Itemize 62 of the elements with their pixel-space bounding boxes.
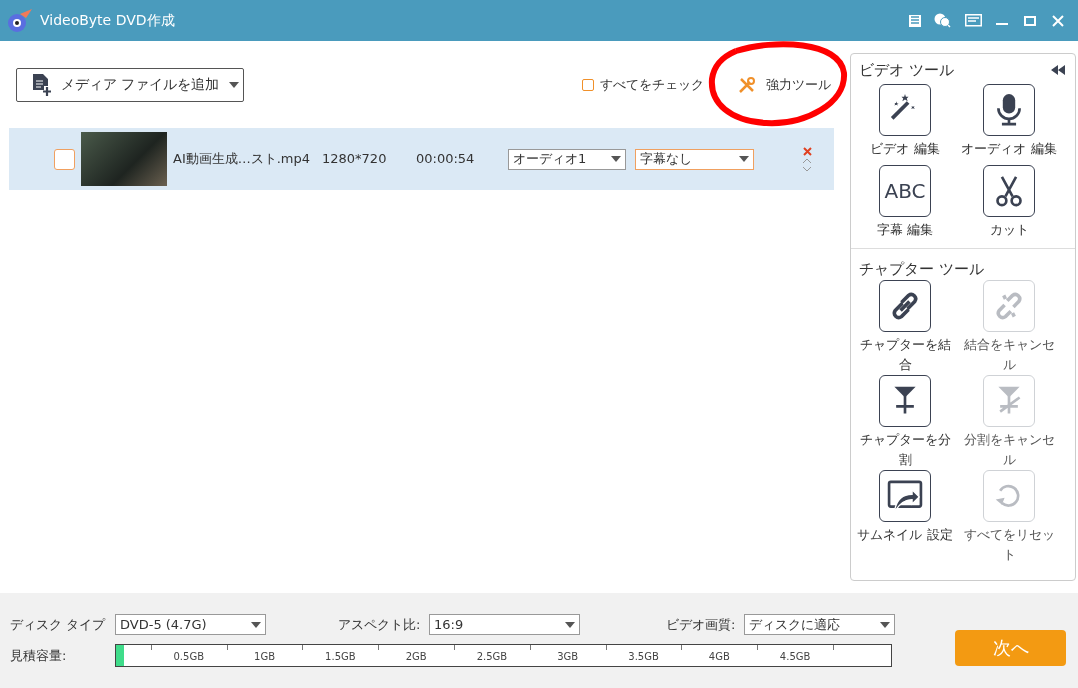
chain-link-icon[interactable] (879, 280, 931, 332)
duration: 00:00:54 (416, 150, 476, 169)
file-name: AI動画生成…スト.mp4 (173, 150, 312, 169)
caret-icon (229, 81, 240, 88)
aspect-ratio-dropdown[interactable]: 16:9 (429, 614, 580, 635)
tool-label: 結合をキャンセル (962, 336, 1056, 374)
scale-label: 3GB (557, 650, 579, 664)
add-media-button[interactable]: メディア ファイルを追加 (16, 67, 244, 102)
add-file-icon (33, 73, 51, 96)
close-icon[interactable] (1052, 14, 1064, 27)
abc-text-icon[interactable]: ABC (879, 164, 931, 217)
scale-label: 2.5GB (476, 650, 508, 664)
resolution: 1280*720 (322, 150, 388, 169)
panel-heading: チャプター ツール (858, 258, 985, 280)
scale-label: 0.5GB (173, 650, 204, 664)
caret-icon (611, 156, 621, 162)
scale-label: 3.5GB (628, 650, 659, 664)
tool-label: チャプターを分割 (858, 431, 952, 469)
save-icon[interactable] (908, 13, 922, 28)
reorder-arrows-icon[interactable] (802, 157, 812, 172)
scale-label: 4GB (708, 650, 730, 664)
aspect-ratio-label: アスペクト比: (338, 615, 422, 634)
menu-icon[interactable] (965, 13, 982, 28)
check-all-checkbox[interactable]: すべてをチェック (582, 74, 704, 95)
row-checkbox[interactable] (54, 148, 75, 170)
scale-label: 1.5GB (325, 650, 356, 664)
tool-label: サムネイル 設定 (856, 526, 954, 544)
microphone-icon[interactable] (983, 83, 1035, 136)
window-title: VideoByte DVD作成 (40, 11, 175, 30)
disc-type-dropdown[interactable]: DVD-5 (4.7G) (115, 614, 266, 635)
chat-icon[interactable] (934, 13, 951, 28)
tool-label: チャプターを結合 (858, 336, 952, 374)
tool-label: カット (988, 220, 1030, 239)
scissors-icon[interactable] (983, 164, 1035, 217)
tool-label: すべてをリセット (962, 526, 1056, 564)
tool-label: ビデオ 編集 (869, 139, 941, 158)
tools-icon (738, 75, 756, 94)
magic-wand-icon[interactable] (879, 83, 931, 136)
capacity-label: 見積容量: (10, 646, 68, 665)
caret-icon (880, 621, 890, 628)
video-quality-dropdown[interactable]: ディスクに適応 (744, 614, 895, 635)
subtitle-dropdown[interactable]: 字幕なし (635, 148, 754, 170)
scale-label: 2GB (405, 650, 427, 664)
caret-icon (739, 156, 749, 162)
app-logo-icon (6, 7, 32, 34)
file-row[interactable]: AI動画生成…スト.mp4 1280*720 00:00:54 オーディオ1 字幕なし (9, 128, 834, 190)
scale-label: 4.5GB (779, 650, 811, 664)
video-quality-label: ビデオ画質: (666, 615, 737, 634)
tool-label: 字幕 編集 (875, 220, 935, 239)
scale-label: 1GB (254, 650, 276, 664)
split-marker-icon[interactable] (879, 375, 931, 427)
maximize-icon[interactable] (1024, 14, 1036, 27)
disc-type-label: ディスク タイプ (10, 615, 107, 634)
audio-track-dropdown[interactable]: オーディオ1 (508, 148, 626, 170)
caret-icon (565, 621, 575, 628)
power-tools-button[interactable]: 強力ツール (738, 74, 831, 95)
panel-heading: ビデオ ツール (859, 60, 954, 81)
tool-label: 分割をキャンセル (962, 431, 1056, 469)
tool-label: オーディオ 編集 (960, 139, 1058, 158)
caret-icon (251, 621, 261, 628)
remove-icon[interactable] (802, 146, 812, 156)
collapse-icon[interactable] (1051, 65, 1065, 76)
